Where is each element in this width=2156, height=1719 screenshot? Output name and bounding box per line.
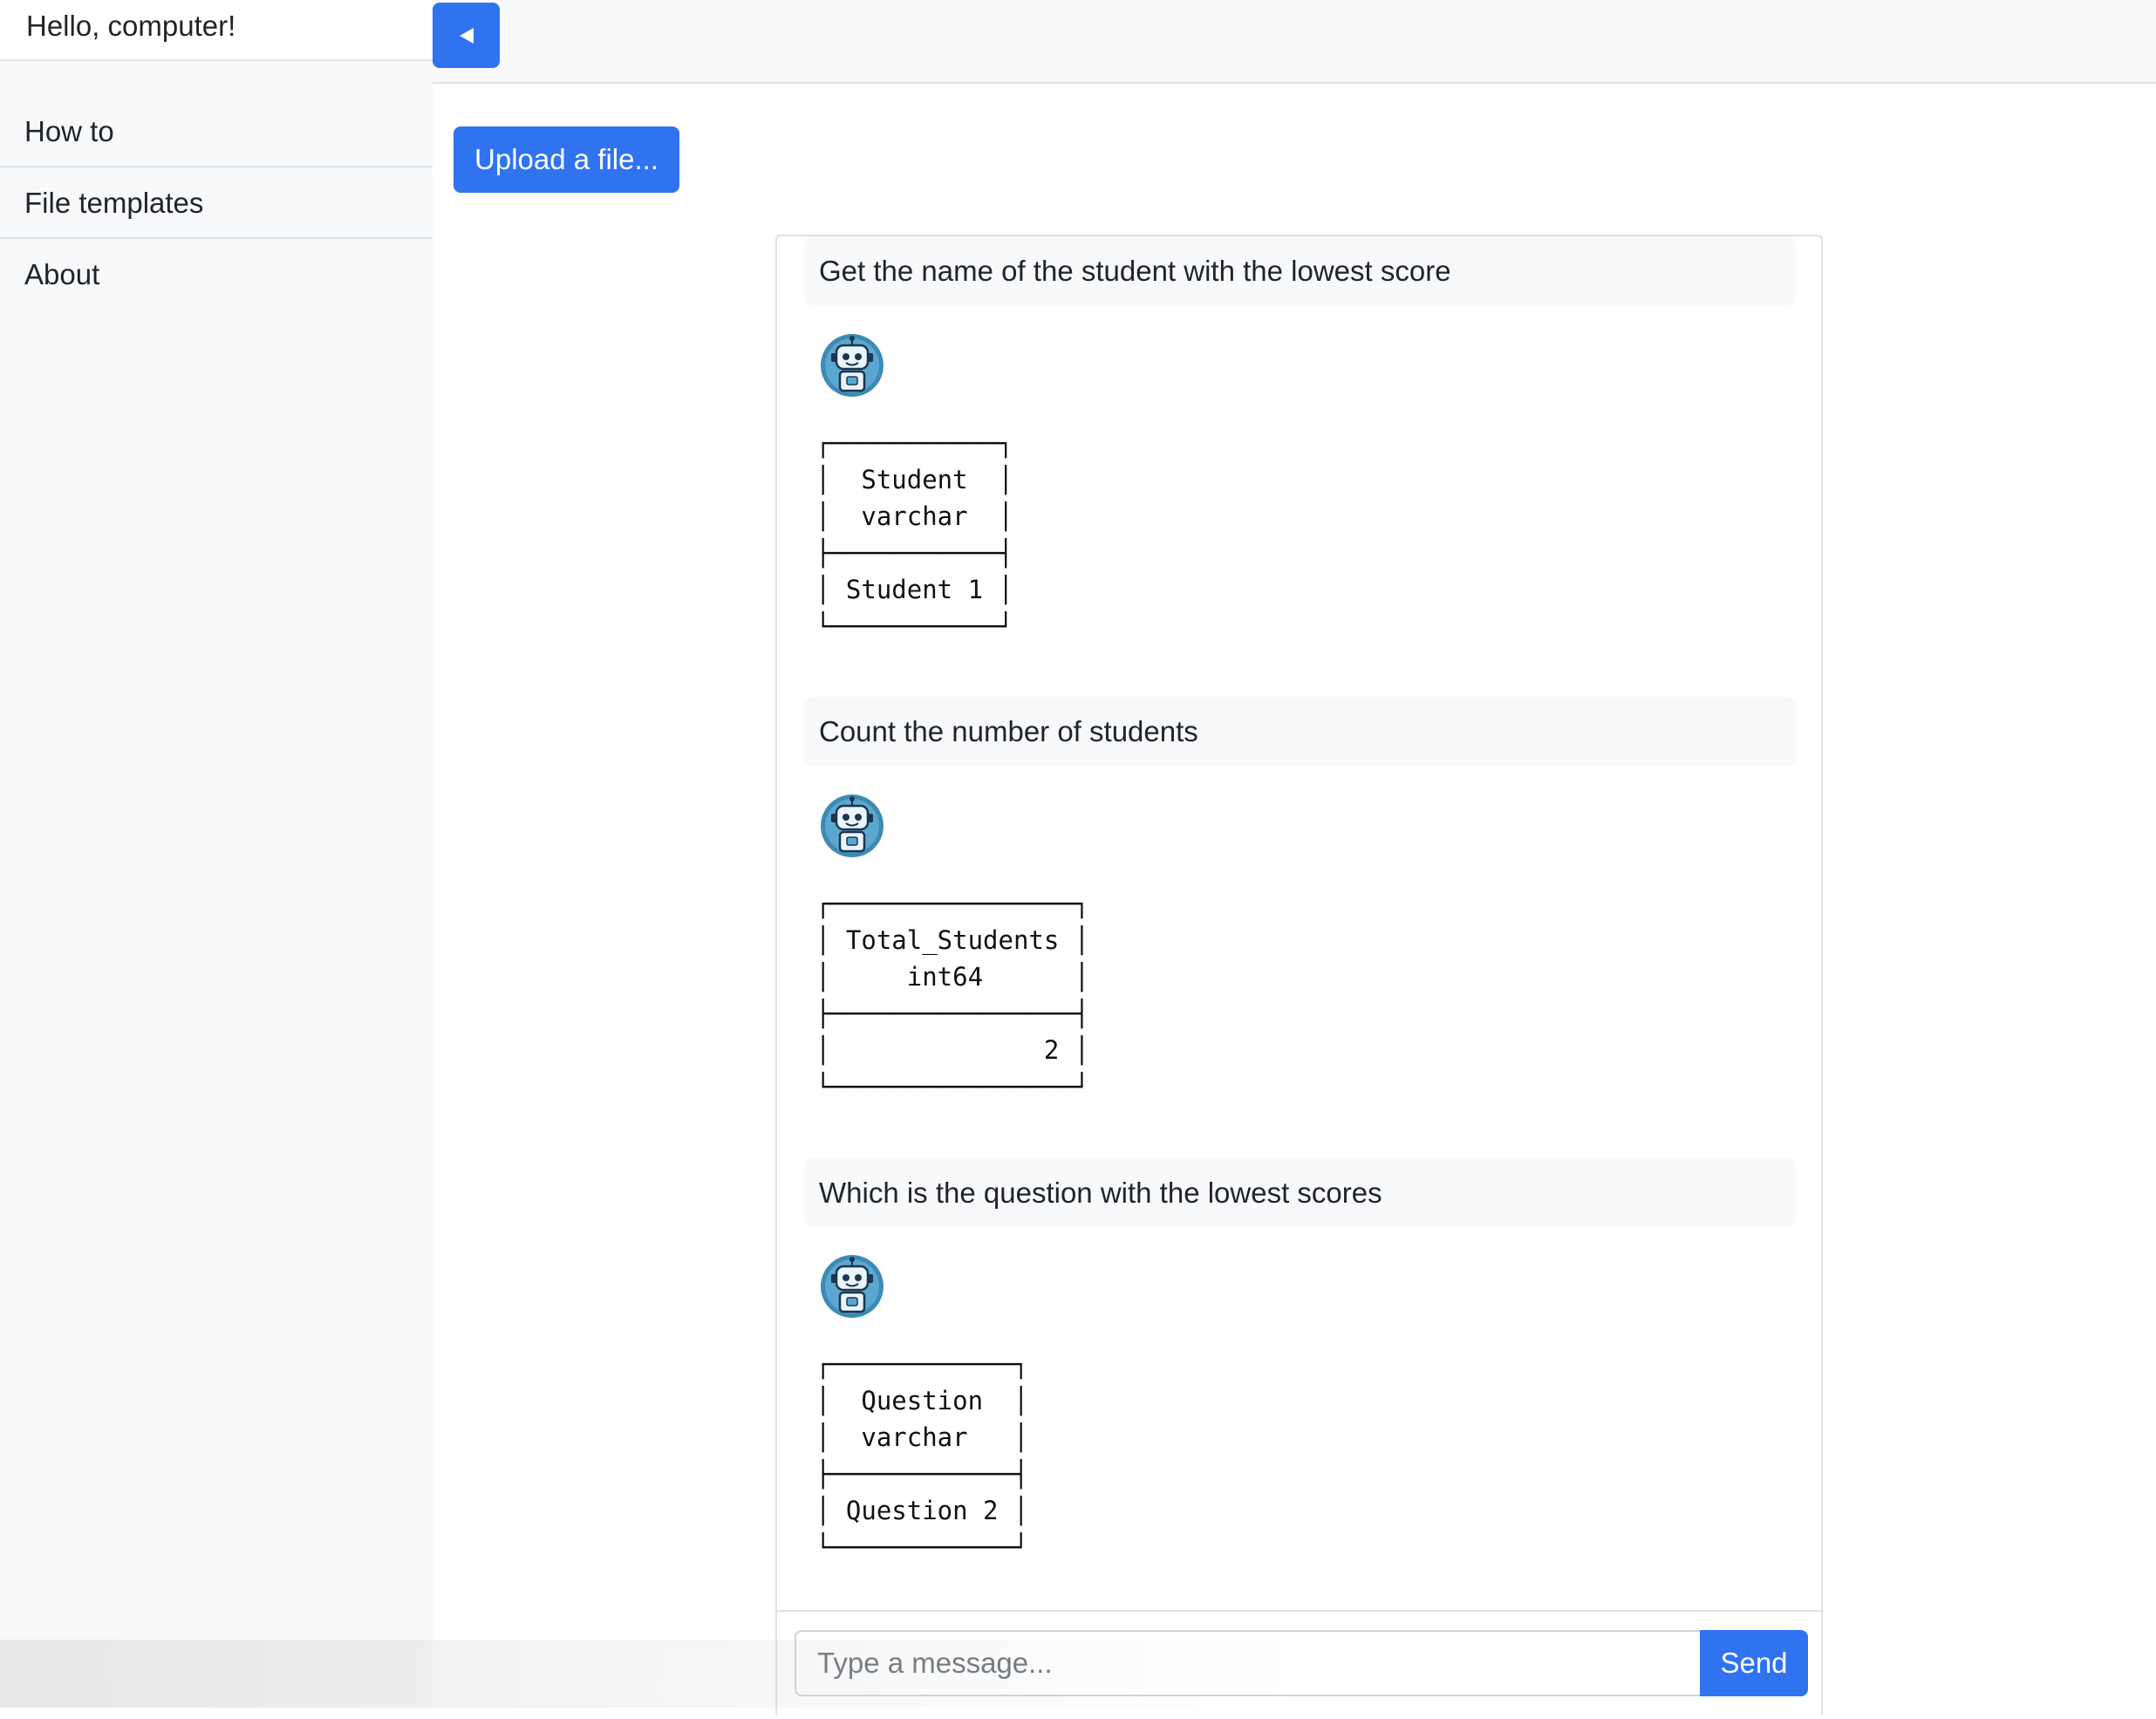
caret-left-icon: [459, 27, 474, 44]
robot-icon: [821, 334, 884, 397]
send-button[interactable]: Send: [1700, 1630, 1808, 1696]
sidebar: Hello, computer! How to File templates A…: [0, 0, 433, 1708]
user-message: Get the name of the student with the low…: [804, 236, 1796, 305]
query-result-table: ┌────────────────┐ │ Total_Students │ │ …: [815, 889, 1090, 1102]
sidebar-toggle-button[interactable]: [433, 3, 500, 68]
chat-panel: Get the name of the student with the low…: [775, 235, 1823, 1719]
sidebar-item-how-to[interactable]: How to: [0, 96, 433, 167]
query-result-table: ┌───────────┐ │ Student │ │ varchar │ ├─…: [815, 428, 1013, 641]
sidebar-item-file-templates[interactable]: File templates: [0, 167, 433, 239]
sidebar-greeting: Hello, computer!: [0, 0, 433, 61]
sidebar-nav: How to File templates About: [0, 96, 433, 310]
user-message: Which is the question with the lowest sc…: [804, 1158, 1796, 1227]
topbar: [433, 0, 2156, 84]
upload-file-button[interactable]: Upload a file...: [454, 126, 679, 193]
message-composer: Send: [777, 1610, 1821, 1719]
query-result-table: ┌────────────┐ │ Question │ │ varchar │ …: [815, 1349, 1029, 1562]
message-input[interactable]: [795, 1630, 1702, 1696]
robot-icon: [821, 795, 884, 857]
robot-icon: [821, 1255, 884, 1318]
sidebar-item-about[interactable]: About: [0, 239, 433, 310]
user-message: Count the number of students: [804, 697, 1796, 766]
